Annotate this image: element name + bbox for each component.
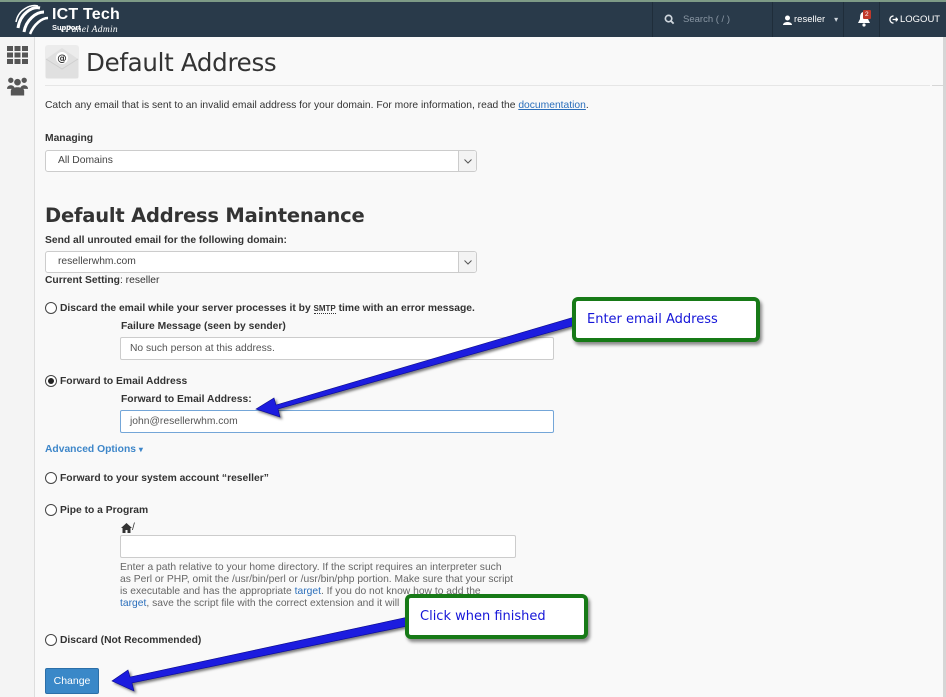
users-icon[interactable]	[7, 76, 28, 96]
forward-email-input[interactable]: john@resellerwhm.com	[120, 410, 554, 433]
search-icon	[664, 14, 675, 25]
domain-select-value: resellerwhm.com	[58, 256, 136, 267]
top-navbar: ICT Tech Support cPanel Admin Search ( /…	[0, 0, 946, 37]
user-menu[interactable]: reseller ▾	[783, 2, 838, 37]
option-system-account[interactable]: Forward to your system account “reseller…	[45, 472, 269, 484]
arrow-to-email	[255, 315, 584, 418]
caret-down-icon: ▾	[834, 15, 839, 24]
domain-label: Send all unrouted email for the followin…	[45, 235, 287, 246]
chevron-down-icon	[458, 151, 476, 171]
option-fail-label: Discard the email while your server proc…	[60, 302, 475, 314]
description-end: .	[585, 100, 589, 111]
logout-button[interactable]: LOGOUT	[889, 2, 940, 37]
option-pipe-label: Pipe to a Program	[60, 504, 149, 516]
divider	[45, 85, 930, 86]
page-title: Default Address	[86, 47, 277, 77]
option-pipe[interactable]: Pipe to a Program	[45, 504, 148, 516]
pipe-prefix-slash: /	[132, 522, 135, 533]
username: reseller	[794, 14, 826, 25]
pipe-path-input[interactable]	[120, 535, 516, 558]
target-link[interactable]: target	[295, 586, 321, 597]
option-forward-label: Forward to Email Address	[60, 375, 188, 387]
current-setting-label: Current Setting	[45, 275, 120, 286]
grid-icon[interactable]	[7, 45, 28, 65]
managing-select[interactable]: All Domains	[45, 150, 477, 172]
failure-message-label: Failure Message (seen by sender)	[121, 321, 286, 332]
brand-swirl-icon	[15, 4, 49, 35]
logout-icon	[889, 15, 898, 24]
smtp-abbr: SMTP	[313, 303, 336, 314]
brand-tagline: cPanel Admin	[61, 25, 118, 35]
arrow-to-change	[111, 615, 418, 692]
divider	[772, 2, 773, 37]
radio-system-account[interactable]	[45, 472, 57, 484]
option-blackhole-label: Discard (Not Recommended)	[60, 634, 202, 646]
target-link[interactable]: target	[120, 598, 146, 609]
radio-pipe[interactable]	[45, 504, 57, 516]
email-envelope-icon: @	[45, 45, 79, 79]
option-system-account-label: Forward to your system account “reseller…	[60, 472, 269, 484]
logout-label: LOGOUT	[900, 14, 941, 25]
chevron-down-icon	[458, 252, 476, 272]
advanced-options-toggle[interactable]: Advanced Options ▾	[45, 444, 143, 455]
radio-forward[interactable]	[45, 375, 57, 387]
search-input[interactable]: Search ( / )	[683, 14, 730, 25]
svg-text:@: @	[57, 54, 67, 65]
current-setting: Current Setting: reseller	[45, 275, 159, 286]
current-setting-value: : reseller	[119, 275, 160, 286]
failure-message-input[interactable]: No such person at this address.	[120, 337, 554, 360]
caret-down-icon: ▾	[138, 445, 143, 454]
radio-fail[interactable]	[45, 302, 57, 314]
divider	[879, 2, 880, 37]
description-text: Catch any email that is sent to an inval…	[45, 100, 519, 111]
managing-select-value: All Domains	[58, 155, 113, 166]
option-blackhole[interactable]: Discard (Not Recommended)	[45, 634, 201, 646]
callout-click-finished: Click when finished	[405, 594, 588, 639]
option-fail[interactable]: Discard the email while your server proc…	[45, 302, 475, 314]
advanced-options-label: Advanced Options	[45, 444, 136, 455]
section-title: Default Address Maintenance	[45, 204, 365, 227]
divider	[843, 2, 844, 37]
home-icon	[121, 522, 132, 533]
change-button[interactable]: Change	[45, 668, 99, 694]
domain-select[interactable]: resellerwhm.com	[45, 251, 477, 273]
page-header: @ Default Address	[45, 45, 277, 79]
notification-badge: 2	[863, 10, 871, 19]
documentation-link[interactable]: documentation	[518, 100, 586, 111]
divider	[932, 85, 943, 86]
forward-email-label: Forward to Email Address:	[121, 394, 252, 405]
page-description: Catch any email that is sent to an inval…	[45, 100, 589, 111]
callout-enter-email: Enter email Address	[572, 297, 760, 342]
user-icon	[783, 15, 792, 25]
managing-label: Managing	[45, 133, 94, 144]
brand-name: ICT Tech	[52, 6, 120, 23]
search-box[interactable]: Search ( / )	[664, 2, 730, 37]
divider	[652, 2, 653, 37]
option-forward[interactable]: Forward to Email Address	[45, 375, 187, 387]
pipe-path-prefix: /	[121, 522, 135, 533]
sidebar	[0, 37, 35, 697]
radio-blackhole[interactable]	[45, 634, 57, 646]
